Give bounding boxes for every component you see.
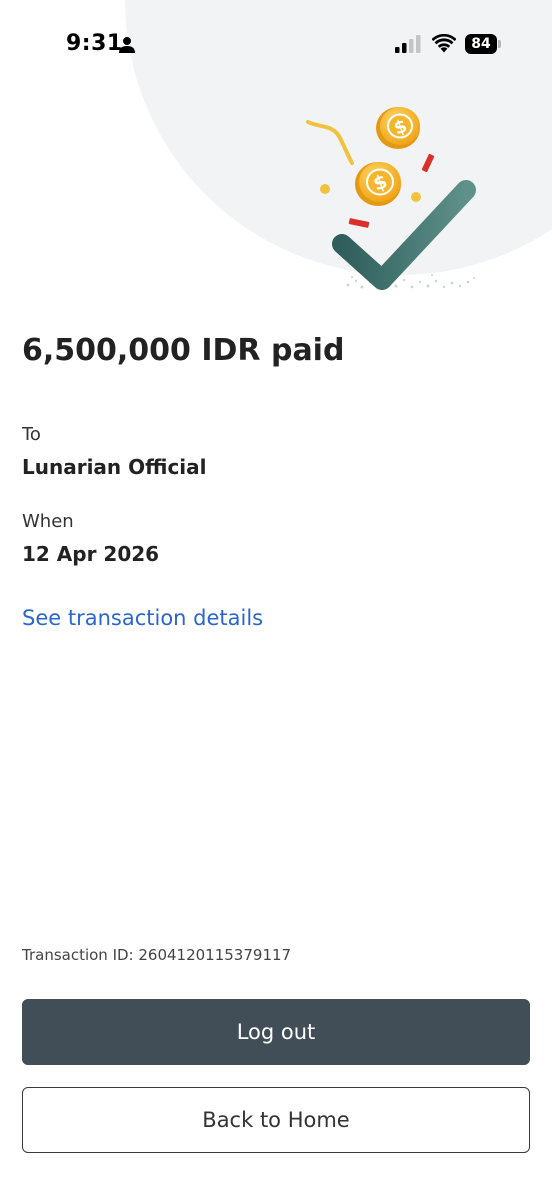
- transaction-details-link[interactable]: See transaction details: [22, 606, 263, 630]
- person-icon: [119, 37, 135, 53]
- battery-level: 84: [465, 34, 497, 54]
- payment-success-screen: 9:31 84 $ $ 6,500,000 IDR paid To Lunari…: [0, 0, 552, 1200]
- payment-amount-title: 6,500,000 IDR paid: [22, 333, 345, 368]
- status-bar: 9:31 84: [0, 0, 552, 90]
- back-to-home-button[interactable]: Back to Home: [22, 1087, 530, 1153]
- confetti-dot: [320, 184, 330, 194]
- status-time: 9:31: [66, 31, 123, 56]
- battery-cap: [498, 40, 501, 48]
- recipient-value: Lunarian Official: [22, 455, 207, 479]
- coin-dollar-icon: $: [376, 107, 420, 149]
- transaction-id: Transaction ID: 2604120115379117: [22, 946, 292, 964]
- cellular-signal-icon: [395, 35, 421, 53]
- logout-button[interactable]: Log out: [22, 999, 530, 1065]
- date-value: 12 Apr 2026: [22, 542, 160, 566]
- recipient-label: To: [22, 424, 41, 445]
- battery-icon: 84: [465, 34, 501, 54]
- wifi-icon: [432, 34, 456, 53]
- confetti-dot: [411, 192, 421, 202]
- coin-dollar-icon: $: [355, 162, 401, 206]
- date-label: When: [22, 511, 74, 532]
